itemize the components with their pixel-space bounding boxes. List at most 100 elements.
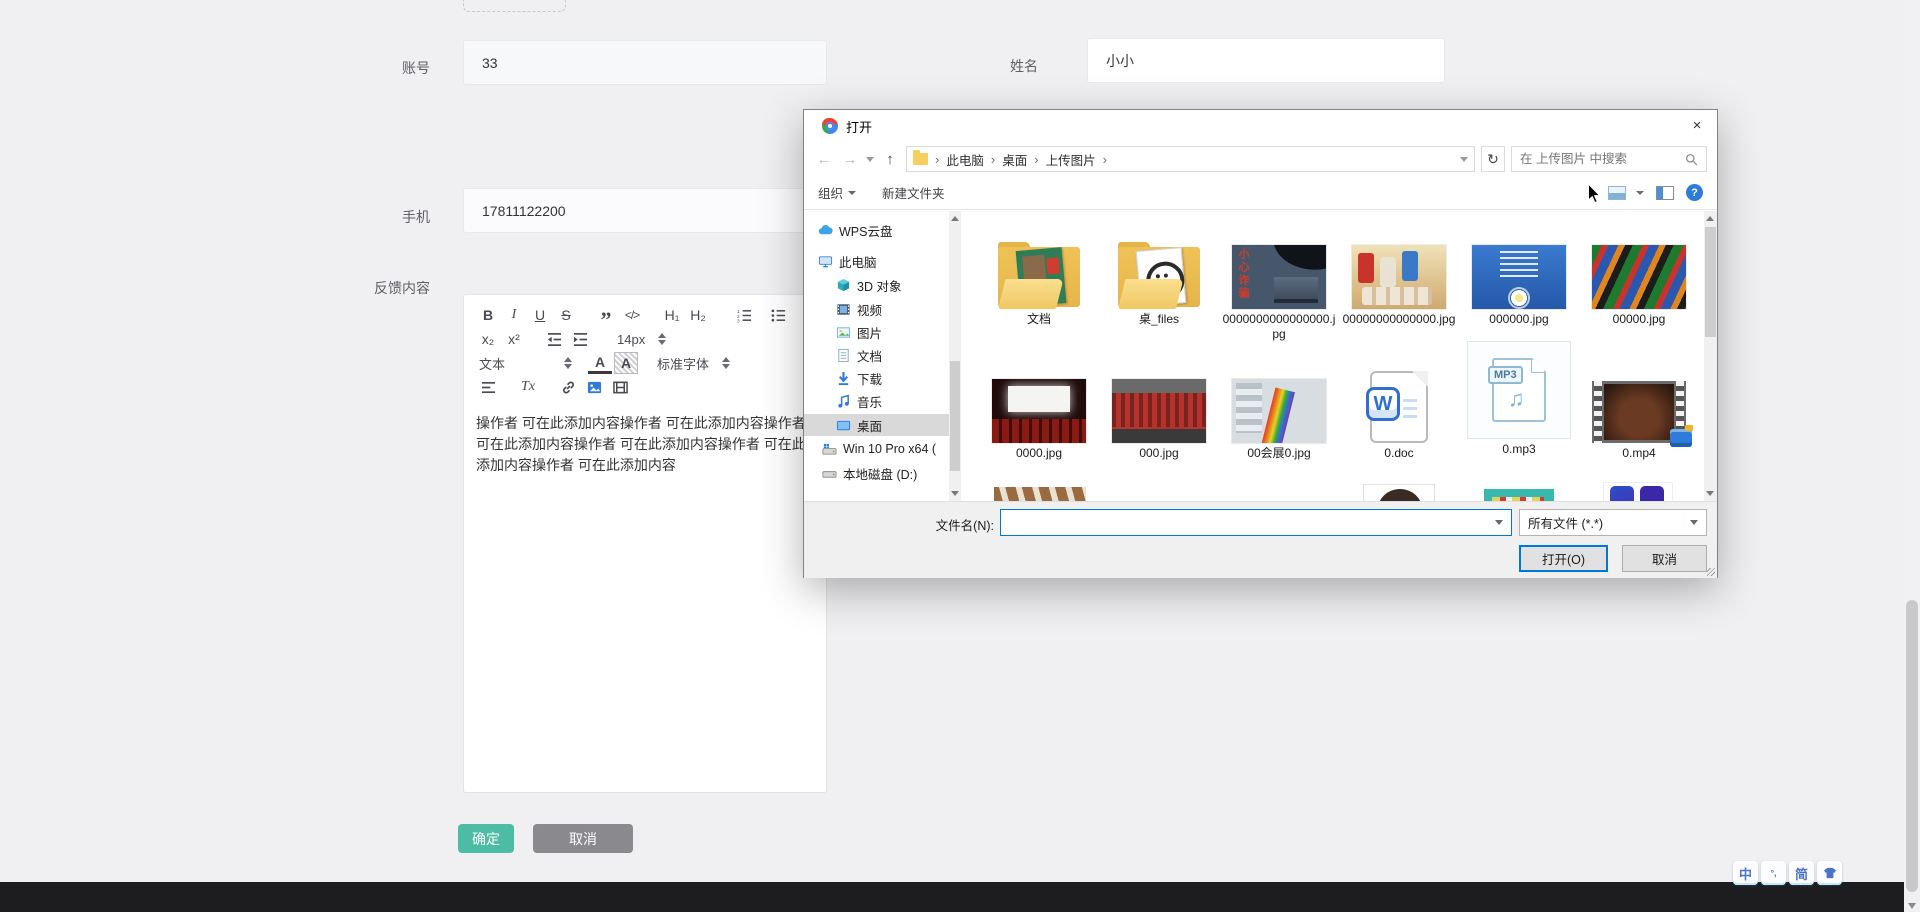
phone-input[interactable]: 17811122200 [463,188,827,233]
filename-input[interactable] [1001,510,1495,535]
file-item[interactable]: 0.mp4 [1581,351,1697,483]
confirm-button[interactable]: 确定 [458,824,514,853]
sidebar-item-wps-cloud[interactable]: WPS云盘 [804,219,949,241]
outdent-icon[interactable] [542,328,566,350]
dialog-open-button[interactable]: 打开(O) [1519,545,1608,572]
resize-grip[interactable] [1707,568,1715,576]
cancel-button[interactable]: 取消 [533,824,633,853]
file-item[interactable]: 000000.jpg [1461,217,1577,349]
file-item[interactable]: 000.jpg [1101,351,1217,483]
sidebar-item-this-pc[interactable]: 此电脑 [804,250,949,272]
dialog-cancel-button[interactable]: 取消 [1622,545,1707,572]
new-folder-button[interactable]: 新建文件夹 [882,183,945,202]
file-item[interactable]: 小心诈骗 0000000000000000.jpg [1221,217,1337,349]
breadcrumb-item-this-pc[interactable]: 此电脑 [946,150,984,169]
help-icon[interactable]: ? [1686,184,1703,201]
file-item[interactable]: 00000.jpg [1581,217,1697,349]
file-item[interactable]: 00000000000000.jpg [1341,217,1457,349]
insert-image-icon[interactable] [582,376,606,398]
heading2-button[interactable]: H₂ [686,304,710,326]
breadcrumb-item-desktop[interactable]: 桌面 [1002,150,1027,169]
scroll-down-arrow-icon[interactable] [951,491,959,496]
recent-locations-chevron-icon[interactable] [866,157,874,162]
subscript-button[interactable]: x₂ [476,328,500,350]
paragraph-style-stepper[interactable] [564,357,572,369]
highlight-color-button[interactable]: A [614,352,638,374]
account-input[interactable]: 33 [463,40,827,85]
bold-button[interactable]: B [476,304,500,326]
organize-menu[interactable]: 组织 [818,183,843,202]
superscript-button[interactable]: x² [502,328,526,350]
italic-button[interactable]: I [502,304,526,326]
breadcrumb-item-upload-images[interactable]: 上传图片 [1046,150,1096,169]
code-icon[interactable]: </> [620,304,644,326]
link-icon[interactable] [556,376,580,398]
search-box[interactable] [1511,146,1707,172]
align-icon[interactable] [476,376,500,398]
file-item[interactable] [1364,485,1434,501]
sidebar-item-3d-objects[interactable]: 3D 对象 [804,274,949,296]
file-item[interactable] [1484,489,1554,501]
preview-pane-icon[interactable] [1656,186,1674,200]
ime-simplified-key[interactable]: 简 [1789,861,1814,885]
sidebar-scrollbar[interactable] [949,211,961,501]
scroll-down-arrow-icon[interactable] [1908,903,1916,909]
file-item[interactable]: W 0.doc [1341,351,1457,483]
name-input[interactable]: 小小 [1087,38,1445,83]
underline-button[interactable]: U [528,304,552,326]
sidebar-item-system-drive[interactable]: Win 10 Pro x64 ( [804,438,949,460]
refresh-button[interactable]: ↻ [1481,146,1505,172]
scroll-down-arrow-icon[interactable] [1706,491,1714,496]
back-arrow-icon[interactable]: ← [814,151,834,168]
font-size-select[interactable]: 14px [614,328,648,350]
font-family-select[interactable]: 标准字体 [654,352,712,374]
forward-arrow-icon[interactable]: → [840,151,860,168]
text-color-button[interactable]: A [588,352,612,374]
sidebar-item-music[interactable]: 音乐 [804,390,949,412]
page-scrollbar[interactable] [1904,0,1920,912]
font-size-stepper[interactable] [658,333,666,345]
file-item[interactable]: 00会展0.jpg [1221,351,1337,483]
search-input[interactable] [1520,152,1685,166]
sidebar-item-downloads[interactable]: 下载 [804,367,949,389]
sidebar-item-desktop[interactable]: 桌面 [804,414,949,436]
bullet-list-icon[interactable] [766,304,790,326]
font-family-stepper[interactable] [722,357,730,369]
up-arrow-icon[interactable]: ↑ [880,151,900,168]
file-item[interactable] [994,487,1086,501]
sidebar-item-documents[interactable]: 文档 [804,344,949,366]
file-item[interactable]: 0000.jpg [981,351,1097,483]
blockquote-icon[interactable]: ” [594,304,618,326]
file-item[interactable]: 桌_files [1101,217,1217,349]
file-item[interactable]: 文档 [981,217,1097,349]
address-dropdown-chevron-icon[interactable] [1460,157,1468,162]
scroll-up-arrow-icon[interactable] [951,216,959,221]
ime-punctuation-key[interactable]: °, [1761,861,1786,885]
sidebar-item-local-disk-d[interactable]: 本地磁盘 (D:) [804,462,949,484]
strikethrough-button[interactable]: S [554,304,578,326]
ordered-list-icon[interactable]: 123 [732,304,756,326]
file-item[interactable] [1604,483,1672,501]
clear-format-button[interactable]: Tx [516,376,540,398]
sidebar-item-videos[interactable]: 视频 [804,298,949,320]
file-grid-scrollbar[interactable] [1704,211,1717,501]
filetype-select[interactable]: 所有文件 (*.*) [1519,509,1707,536]
insert-video-icon[interactable] [608,376,632,398]
ime-skin-icon[interactable] [1817,861,1842,885]
breadcrumb[interactable]: › 此电脑 › 桌面 › 上传图片 › [906,146,1475,172]
scroll-up-arrow-icon[interactable] [1706,216,1714,221]
ime-chinese-key[interactable]: 中 [1733,861,1758,885]
filename-combo[interactable] [1000,509,1512,536]
editor-content[interactable]: 操作者 可在此添加内容操作者 可在此添加内容操作者 可在此添加内容操作者 可在此… [476,413,814,476]
filename-dropdown-chevron-icon[interactable] [1495,520,1503,525]
upload-dropzone[interactable] [463,0,566,12]
dialog-titlebar[interactable]: 打开 × [804,110,1717,142]
indent-icon[interactable] [568,328,592,350]
dialog-close-button[interactable]: × [1677,110,1717,140]
view-mode-button[interactable] [1608,186,1644,200]
file-item[interactable]: MP3♫ 0.mp3 [1461,347,1577,479]
heading1-button[interactable]: H₁ [660,304,684,326]
sidebar-item-pictures[interactable]: 图片 [804,321,949,343]
page-scrollbar-thumb[interactable] [1906,600,1918,892]
paragraph-style-select[interactable]: 文本 [476,352,554,374]
